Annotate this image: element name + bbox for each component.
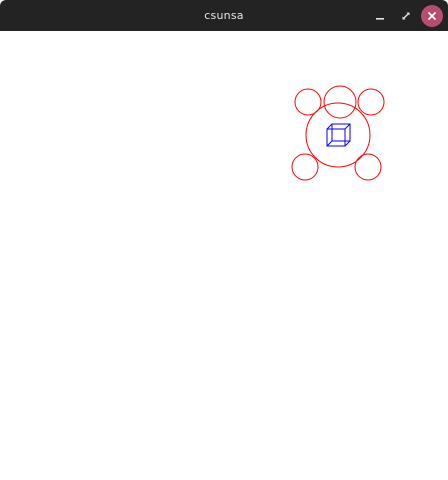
canvas-drawing <box>291 85 385 181</box>
top-circle <box>323 85 357 119</box>
close-icon <box>428 12 436 20</box>
maximize-icon <box>402 12 410 20</box>
title-bar[interactable]: csunsa <box>0 0 448 31</box>
close-button[interactable] <box>421 5 443 27</box>
bottom-right-circle <box>354 153 382 181</box>
drawing-canvas[interactable] <box>0 31 448 480</box>
top-left-circle <box>294 88 322 116</box>
top-right-circle <box>357 88 385 116</box>
maximize-button[interactable] <box>396 6 416 26</box>
bottom-left-circle <box>291 153 319 181</box>
minimize-button[interactable] <box>370 6 390 26</box>
app-window: csunsa <box>0 0 448 480</box>
cube-icon <box>326 123 351 147</box>
minimize-icon <box>376 18 384 20</box>
